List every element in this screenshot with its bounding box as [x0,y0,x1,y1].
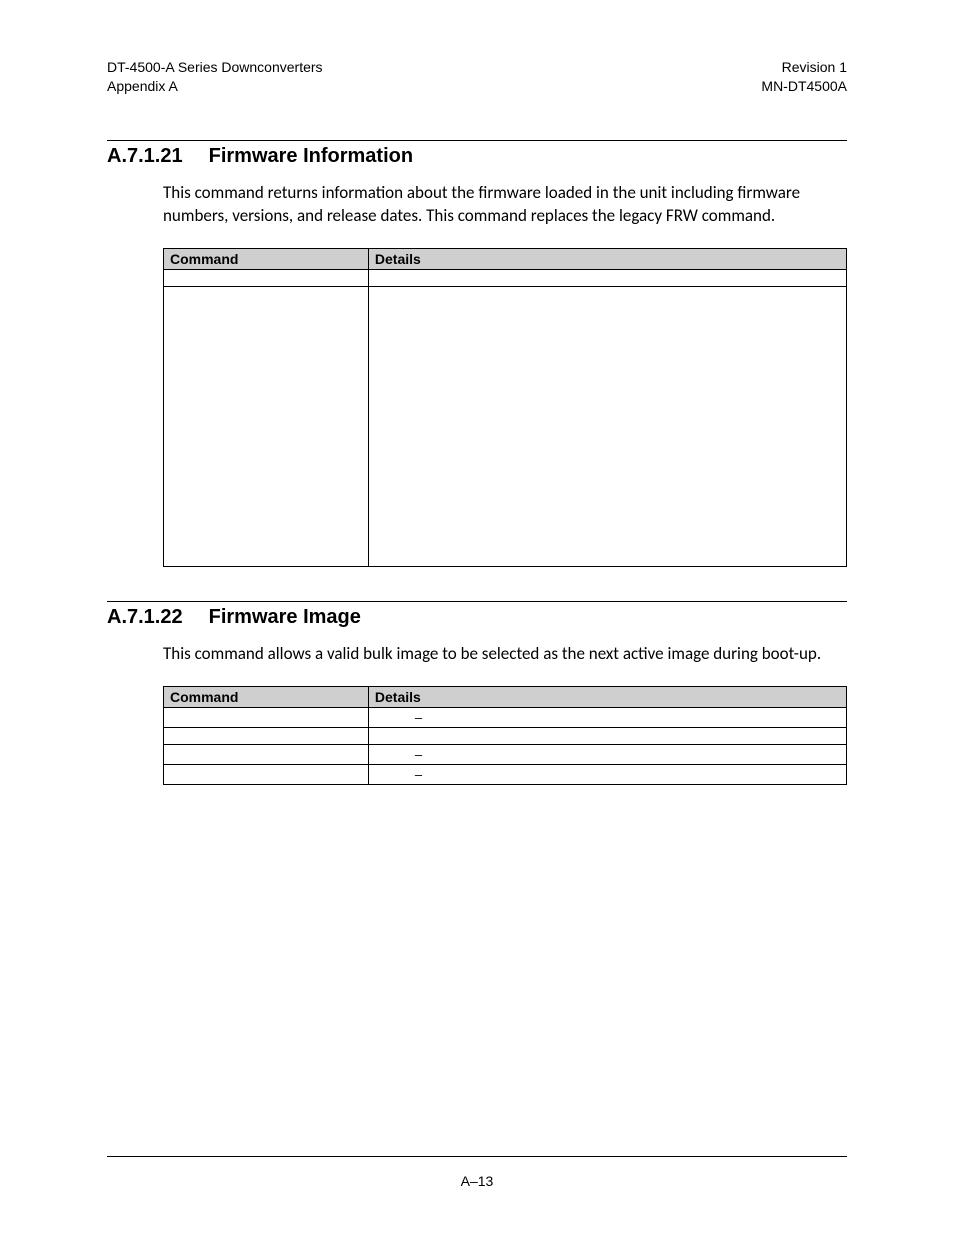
table-cell-command [164,744,369,764]
header-left-line1: DT-4500-A Series Downconverters [107,58,323,77]
table-header-command: Command [164,248,369,269]
table-cell-details [368,286,846,566]
table-header-command: Command [164,686,369,707]
section2-table: Command Details – – – [163,686,847,785]
table-row [164,727,847,744]
table-row [164,269,847,286]
section1-paragraph: This command returns information about t… [163,182,847,228]
running-header: DT-4500-A Series Downconverters Appendix… [107,58,847,96]
section-number: A.7.1.21 [107,145,183,168]
table-cell-details [368,269,846,286]
table-cell-details: – [368,764,846,784]
table-row: – [164,764,847,784]
section-number: A.7.1.22 [107,606,183,629]
section-title: Firmware Image [209,606,361,629]
section-rule [107,601,847,602]
header-left-line2: Appendix A [107,77,323,96]
table-row: – [164,707,847,727]
page-number: A–13 [0,1173,954,1189]
table-header-details: Details [368,248,846,269]
table-cell-command [164,764,369,784]
section1-table: Command Details [163,248,847,567]
table-row: – [164,744,847,764]
table-cell-command [164,269,369,286]
table-row [164,286,847,566]
section2-paragraph: This command allows a valid bulk image t… [163,643,847,666]
section-heading-firmware-information: A.7.1.21 Firmware Information [107,145,847,168]
table-cell-command [164,707,369,727]
table-header-row: Command Details [164,248,847,269]
header-right-line1: Revision 1 [761,58,847,77]
table-cell-details [368,727,846,744]
table-cell-command [164,727,369,744]
table-header-row: Command Details [164,686,847,707]
table-cell-details: – [368,707,846,727]
section-heading-firmware-image: A.7.1.22 Firmware Image [107,606,847,629]
table-header-details: Details [368,686,846,707]
table-cell-details: – [368,744,846,764]
header-right-line2: MN-DT4500A [761,77,847,96]
section-rule [107,140,847,141]
document-page: DT-4500-A Series Downconverters Appendix… [0,0,954,1235]
header-right: Revision 1 MN-DT4500A [761,58,847,96]
table-cell-command [164,286,369,566]
footer-rule [107,1156,847,1157]
header-left: DT-4500-A Series Downconverters Appendix… [107,58,323,96]
section-title: Firmware Information [209,145,413,168]
